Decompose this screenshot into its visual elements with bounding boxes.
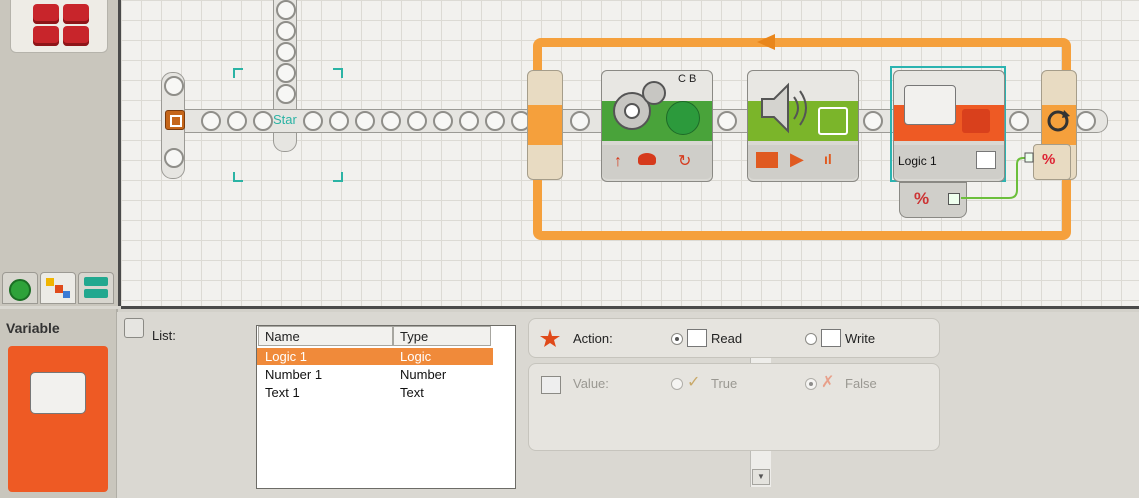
column-header-name[interactable]: Name [258, 326, 393, 346]
true-check-icon: ✓ [687, 374, 701, 391]
write-icon [821, 329, 841, 347]
tab-custom-palette[interactable] [78, 272, 114, 304]
block-icon [63, 26, 89, 46]
value-settings: Value: ✓ True ✗ False [528, 363, 940, 451]
false-x-icon: ✗ [821, 374, 835, 391]
list-label: List: [152, 328, 176, 343]
common-palette-icon [9, 279, 31, 301]
direction-icon: ↑ [614, 153, 622, 170]
motor-ports-label: C B [678, 73, 697, 85]
write-label: Write [845, 331, 876, 346]
palette-tabs [0, 268, 118, 306]
speaker-icon [761, 82, 807, 134]
custom-palette-icon [84, 277, 108, 286]
power-icon [638, 153, 656, 165]
list-icon [124, 318, 144, 338]
data-wire [961, 152, 1034, 199]
value-label: Value: [573, 376, 609, 391]
suitcase-icon [904, 85, 956, 125]
start-label: Star [273, 112, 297, 127]
list-item-selected[interactable]: Logic 1 Logic [257, 348, 493, 365]
read-label: Read [711, 331, 743, 346]
read-radio[interactable] [671, 333, 683, 345]
list-item[interactable]: Number 1 Number [257, 366, 493, 383]
block-icon [63, 4, 89, 24]
loop-icon [1047, 110, 1070, 132]
action-settings: Action: Read Write [528, 318, 940, 358]
loop-direction-arrow-icon [757, 34, 775, 50]
variable-block-label: Logic 1 [898, 154, 937, 168]
value-plug-icon [541, 376, 561, 394]
tab-common-palette[interactable] [2, 272, 38, 304]
true-label: True [711, 376, 738, 391]
block-palette [0, 0, 121, 306]
duration-icon: ↻ [678, 153, 692, 170]
complete-palette-icon [46, 278, 70, 298]
waveform-icon [756, 152, 778, 168]
block-icon [33, 26, 59, 46]
loop-start-cap [527, 70, 563, 180]
column-header-type[interactable]: Type [393, 326, 491, 346]
list-item[interactable]: Text 1 Text [257, 384, 493, 401]
motor-indicator [666, 101, 700, 135]
start-point-icon[interactable] [165, 110, 185, 130]
block-preview [8, 346, 108, 492]
true-radio[interactable] [671, 378, 683, 390]
logic-plug-icon: % [914, 189, 930, 208]
play-file-icon [818, 107, 848, 135]
data-plug-icon [962, 109, 990, 133]
false-label: False [845, 376, 877, 391]
tab-complete-palette[interactable] [40, 272, 76, 304]
sound-block[interactable]: ▶ ıl [747, 70, 859, 182]
write-radio[interactable] [805, 333, 817, 345]
read-icon [687, 329, 707, 347]
scroll-down-icon[interactable]: ▼ [752, 469, 770, 485]
volume-icon: ıl [824, 151, 832, 167]
suitcase-icon [30, 372, 86, 414]
block-icon [33, 4, 59, 24]
action-star-icon [540, 329, 560, 347]
action-label: Action: [573, 331, 613, 346]
move-block[interactable]: C B ↑ ↻ [601, 70, 713, 182]
gear-icon [613, 81, 666, 130]
block-title: Variable [6, 320, 60, 336]
play-icon: ▶ [790, 149, 804, 169]
palette-category-tile[interactable] [10, 0, 108, 53]
program-canvas[interactable]: Star % C B ↑ ↻ ▶ ıl Logic 1 % [121, 0, 1139, 309]
variable-list[interactable]: Name Type Logic 1 Logic Number 1 Number … [256, 325, 771, 489]
false-radio[interactable] [805, 378, 817, 390]
